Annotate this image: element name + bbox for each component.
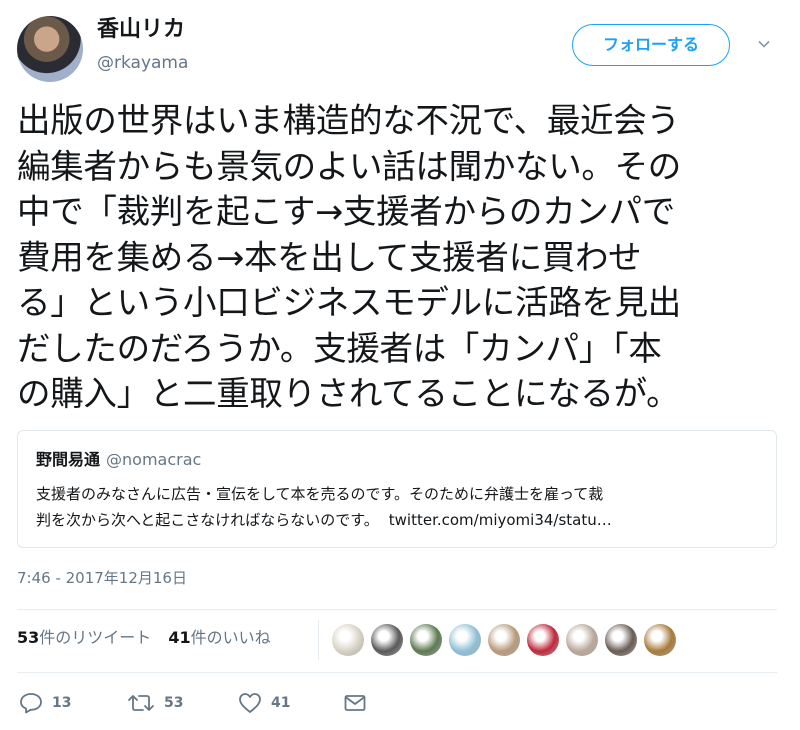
retweet-button[interactable]: 53 bbox=[127, 690, 183, 716]
user-handle[interactable]: @rkayama bbox=[97, 52, 188, 74]
heart-icon bbox=[239, 693, 261, 713]
quoted-user-handle: @nomacrac bbox=[106, 450, 202, 469]
quoted-user-name: 野間易通 bbox=[36, 450, 101, 469]
retweet-icon bbox=[128, 695, 154, 711]
liker-avatar[interactable] bbox=[371, 624, 403, 656]
liker-avatar[interactable] bbox=[644, 624, 676, 656]
quoted-link[interactable]: twitter.com/miyomi34/statu… bbox=[389, 511, 612, 529]
reply-button[interactable]: 13 bbox=[19, 690, 71, 716]
tweet-timestamp[interactable]: 7:46 - 2017年12月16日 bbox=[17, 568, 187, 588]
tweet-line: の購入」と二重取りされてることになるが。 bbox=[17, 374, 680, 413]
liker-avatar[interactable] bbox=[410, 624, 442, 656]
retweets-stat[interactable]: 53件のリツイート bbox=[17, 628, 151, 647]
chevron-down-icon[interactable] bbox=[758, 38, 770, 50]
retweets-stat-count: 53 bbox=[17, 628, 40, 647]
envelope-icon bbox=[344, 695, 366, 711]
liker-avatar[interactable] bbox=[566, 624, 598, 656]
tweet-line: 編集者からも景気のよい話は聞かない。その bbox=[17, 146, 681, 186]
tweet-line: 出版の世界はいま構造的な不況で、最近会う bbox=[17, 101, 680, 140]
liker-avatar[interactable] bbox=[527, 624, 559, 656]
quoted-tweet-text: 支援者のみなさんに広告・宣伝をして本を売るのです。そのために弁護士を雇って裁 判… bbox=[36, 481, 760, 533]
liker-avatar[interactable] bbox=[488, 624, 520, 656]
quoted-text-line: 判を次から次へと起こさなければならないのです。 twitter.com/miyom… bbox=[36, 507, 760, 533]
user-name[interactable]: 香山リカ bbox=[97, 16, 185, 44]
tweet-line: だしたのだろうか。支援者は「カンパ」「本 bbox=[17, 328, 662, 368]
retweets-stat-label: 件のリツイート bbox=[39, 628, 152, 647]
reply-icon bbox=[20, 693, 42, 714]
tweet-line: る」という小口ビジネスモデルに活路を見出 bbox=[17, 283, 681, 322]
reply-count: 13 bbox=[52, 695, 72, 711]
stats-separator bbox=[318, 620, 319, 660]
divider bbox=[17, 672, 777, 673]
divider bbox=[17, 609, 777, 610]
like-button[interactable]: 41 bbox=[238, 690, 290, 716]
quoted-text-line: 支援者のみなさんに広告・宣伝をして本を売るのです。そのために弁護士を雇って裁 bbox=[36, 485, 604, 503]
user-avatar[interactable] bbox=[17, 16, 83, 82]
likes-stat-label: 件のいいね bbox=[190, 628, 271, 647]
tweet-text: 出版の世界はいま構造的な不況で、最近会う 編集者からも景気のよい話は聞かない。そ… bbox=[17, 98, 787, 417]
follow-button[interactable]: フォローする bbox=[572, 24, 730, 66]
direct-message-button[interactable] bbox=[343, 690, 367, 716]
retweet-count: 53 bbox=[164, 695, 184, 711]
liker-avatar[interactable] bbox=[332, 624, 364, 656]
like-count: 41 bbox=[271, 695, 291, 711]
tweet-line: 費用を集める→本を出して支援者に買わせ bbox=[17, 237, 642, 277]
tweet-line: 中で「裁判を起こす→支援者からのカンパで bbox=[17, 192, 675, 231]
engagement-stats: 53件のリツイート 41件のいいね bbox=[17, 626, 271, 650]
liker-avatar[interactable] bbox=[449, 624, 481, 656]
quoted-text-line-2: 判を次から次へと起こさなければならないのです。 bbox=[36, 511, 379, 529]
likes-stat[interactable]: 41件のいいね bbox=[168, 628, 270, 647]
quoted-tweet-header: 野間易通 @nomacrac bbox=[36, 449, 201, 471]
liker-avatar[interactable] bbox=[605, 624, 637, 656]
likes-stat-count: 41 bbox=[168, 628, 191, 647]
quoted-tweet[interactable]: 野間易通 @nomacrac 支援者のみなさんに広告・宣伝をして本を売るのです。そ… bbox=[17, 430, 777, 548]
